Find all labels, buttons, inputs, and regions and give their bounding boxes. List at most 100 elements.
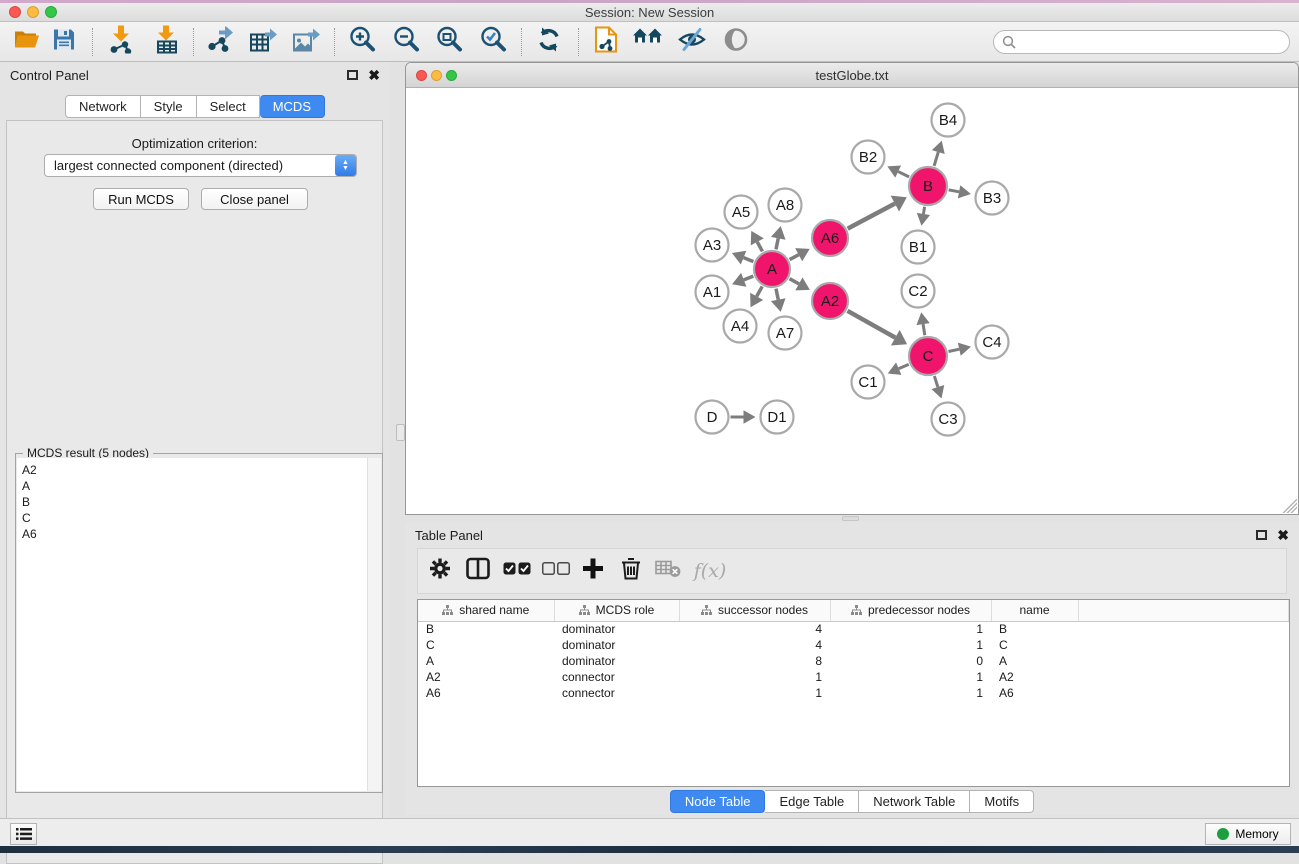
tab-network[interactable]: Network: [65, 95, 141, 118]
close-table-panel-icon[interactable]: ✖: [1277, 528, 1289, 542]
refresh-icon[interactable]: [536, 26, 562, 57]
delete-columns-icon[interactable]: [621, 557, 641, 585]
graph-node-label: A: [767, 261, 777, 278]
result-item[interactable]: A2: [22, 462, 367, 478]
status-bar: Memory: [0, 818, 1299, 846]
table-row[interactable]: Bdominator 41 B: [418, 621, 1289, 637]
zoom-window-button[interactable]: [45, 6, 57, 18]
hide-details-eye-icon[interactable]: [677, 27, 707, 56]
criterion-select[interactable]: largest connected component (directed) ▲…: [44, 154, 357, 177]
home-icon[interactable]: [633, 28, 663, 55]
table-row[interactable]: A2connector 11 A2: [418, 669, 1289, 685]
window-resize-grip[interactable]: [1283, 499, 1297, 513]
mcds-result-list[interactable]: A2 A B C A6: [17, 458, 367, 791]
memory-button[interactable]: Memory: [1205, 823, 1291, 845]
graph-edge-A6-B[interactable]: [848, 204, 895, 229]
mcds-tab-content: Optimization criterion: largest connecte…: [6, 120, 383, 864]
graph-edge-A-A2[interactable]: [790, 279, 799, 284]
network-canvas[interactable]: AA1A2A3A4A5A6A7A8BB1B2B3B4CC1C2C3C4DD1: [406, 88, 1298, 514]
task-history-button[interactable]: [10, 823, 37, 845]
deselect-all-rows-icon[interactable]: [542, 562, 570, 580]
table-row[interactable]: Cdominator 41 C: [418, 637, 1289, 653]
export-network-icon[interactable]: [206, 26, 234, 57]
float-table-panel-icon[interactable]: [1256, 530, 1267, 540]
graph-edge-A2-C[interactable]: [847, 311, 895, 338]
select-all-rows-icon[interactable]: [503, 562, 531, 580]
tab-mcds[interactable]: MCDS: [260, 95, 325, 118]
graph-edge-C-C4[interactable]: [949, 349, 960, 351]
open-file-icon[interactable]: [13, 27, 41, 56]
export-table-icon[interactable]: [249, 26, 277, 57]
result-scrollbar[interactable]: [367, 458, 381, 791]
graph-edge-A-A5[interactable]: [757, 242, 762, 252]
graph-node-label: B: [923, 178, 933, 195]
horizontal-splitter-handle[interactable]: [842, 516, 859, 521]
table-row[interactable]: Adominator 80 A: [418, 653, 1289, 669]
graph-edge-A-A6[interactable]: [790, 255, 799, 260]
tab-edge-table[interactable]: Edge Table: [765, 790, 859, 813]
graph-edge-C-C1[interactable]: [899, 364, 909, 368]
import-network-icon[interactable]: [108, 25, 134, 58]
tab-style[interactable]: Style: [141, 95, 197, 118]
table-header-row: shared name MCDS role successor nodes pr…: [418, 600, 1289, 621]
search-field[interactable]: [993, 30, 1290, 54]
show-columns-icon[interactable]: [466, 558, 490, 585]
graph-edge-A-A1[interactable]: [744, 276, 754, 280]
table-row[interactable]: A6connector 11 A6: [418, 685, 1289, 701]
result-item[interactable]: C: [22, 510, 367, 526]
tab-network-table[interactable]: Network Table: [859, 790, 970, 813]
graph-node-label: C4: [982, 334, 1001, 351]
column-header-name[interactable]: name: [991, 600, 1078, 621]
close-window-button[interactable]: [9, 6, 21, 18]
toolbar-separator: [334, 28, 335, 56]
table-header-filler: [1078, 600, 1289, 621]
result-item[interactable]: A6: [22, 526, 367, 542]
table-toolbar: f(x): [417, 548, 1287, 594]
table-mode-gear-icon[interactable]: [429, 558, 451, 585]
close-panel-icon[interactable]: ✖: [368, 68, 380, 82]
graph-edge-A-A8[interactable]: [776, 238, 778, 249]
table-panel-title: Table Panel: [415, 528, 483, 543]
column-header-mcds-role[interactable]: MCDS role: [554, 600, 679, 621]
minimize-window-button[interactable]: [27, 6, 39, 18]
result-item[interactable]: A: [22, 478, 367, 494]
function-builder-icon[interactable]: f(x): [694, 560, 727, 582]
graph-edge-B-B3[interactable]: [949, 190, 959, 192]
tab-node-table[interactable]: Node Table: [670, 790, 766, 813]
graph-edge-C-C3[interactable]: [934, 376, 938, 387]
tab-select[interactable]: Select: [197, 95, 260, 118]
import-table-icon[interactable]: [155, 25, 179, 58]
zoom-selected-icon[interactable]: [479, 25, 507, 58]
attribute-tree-icon: [851, 605, 862, 616]
save-session-icon[interactable]: [52, 27, 76, 56]
column-header-predecessor-nodes[interactable]: predecessor nodes: [830, 600, 991, 621]
window-title: Session: New Session: [0, 5, 1299, 20]
result-item[interactable]: B: [22, 494, 367, 510]
zoom-out-icon[interactable]: [392, 25, 420, 58]
graph-edge-A-A4[interactable]: [757, 286, 763, 296]
network-window-title: testGlobe.txt: [406, 68, 1298, 83]
delete-table-icon[interactable]: [655, 560, 681, 583]
zoom-in-icon[interactable]: [348, 25, 376, 58]
show-details-eye-icon[interactable]: [721, 27, 751, 56]
graph-edge-A-A3[interactable]: [744, 258, 754, 262]
vertical-splitter-handle[interactable]: [396, 424, 405, 441]
tab-motifs[interactable]: Motifs: [970, 790, 1034, 813]
column-header-shared-name[interactable]: shared name: [418, 600, 554, 621]
graph-edge-B-B4[interactable]: [934, 152, 938, 166]
run-mcds-button[interactable]: Run MCDS: [93, 188, 189, 210]
graph-edge-B-B1[interactable]: [923, 207, 924, 214]
graph-edge-B-B2[interactable]: [898, 172, 909, 177]
network-window-titlebar[interactable]: testGlobe.txt: [406, 63, 1298, 88]
search-input[interactable]: [1016, 35, 1289, 49]
graph-edge-A-A7[interactable]: [776, 289, 778, 300]
close-panel-button[interactable]: Close panel: [201, 188, 308, 210]
export-image-icon[interactable]: [292, 26, 320, 57]
network-file-icon[interactable]: [594, 25, 618, 58]
node-table[interactable]: shared name MCDS role successor nodes pr…: [417, 599, 1290, 787]
create-column-icon[interactable]: [582, 558, 604, 585]
zoom-fit-icon[interactable]: [435, 25, 463, 58]
graph-edge-C-C2[interactable]: [923, 324, 925, 335]
float-panel-icon[interactable]: [347, 70, 358, 80]
column-header-successor-nodes[interactable]: successor nodes: [679, 600, 830, 621]
